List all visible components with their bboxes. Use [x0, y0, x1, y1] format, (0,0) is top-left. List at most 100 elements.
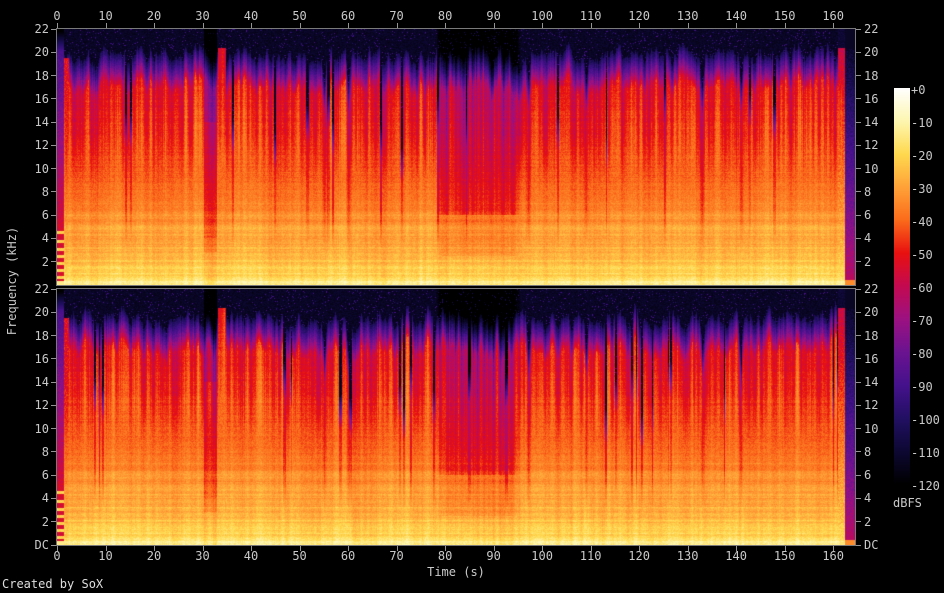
- freq-tick-mark-left: [51, 214, 56, 216]
- freq-tick-label-left: 22: [34, 22, 49, 36]
- freq-tick-mark-right: [856, 497, 861, 499]
- freq-tick-label-left: 22: [34, 282, 49, 296]
- time-tick-label-bottom: 60: [340, 549, 356, 563]
- freq-tick-mark-right: [856, 311, 861, 313]
- freq-tick-label-right: 18: [864, 68, 879, 83]
- freq-tick-label-right: 8: [864, 444, 872, 459]
- freq-tick-mark-right: [856, 121, 861, 123]
- freq-tick-mark-right: [856, 261, 861, 263]
- freq-tick-mark-right: [856, 237, 861, 239]
- time-tick-label-top: 110: [579, 9, 602, 23]
- freq-tick-label-left: DC: [34, 538, 49, 552]
- freq-tick-label-right: 12: [864, 398, 879, 413]
- freq-tick-label-left: 20: [34, 45, 49, 60]
- colorbar-tick-label: -60: [911, 281, 933, 295]
- freq-tick-label-right: 16: [864, 351, 879, 366]
- freq-tick-mark-left: [51, 335, 56, 337]
- time-tick-mark-top: [396, 23, 398, 28]
- time-tick-mark-top: [833, 23, 835, 28]
- freq-tick-label-right: 16: [864, 91, 879, 106]
- freq-tick-mark-right: [856, 75, 861, 77]
- time-tick-label-bottom: 120: [628, 549, 650, 563]
- freq-tick-mark-left: [51, 358, 56, 360]
- spectrogram-plot-upper: [56, 28, 856, 286]
- freq-tick-label-left: 10: [34, 421, 49, 436]
- freq-tick-mark-left: [51, 75, 56, 77]
- freq-tick-label-left: 14: [34, 115, 49, 130]
- time-tick-label-bottom: 130: [676, 549, 699, 563]
- time-tick-label-top: 100: [531, 9, 553, 23]
- dbfs-colorbar: [894, 88, 910, 484]
- freq-tick-label-left: 18: [34, 68, 49, 83]
- freq-tick-label-right: 22: [864, 282, 879, 296]
- freq-tick-label-right: 6: [864, 468, 872, 483]
- time-tick-mark-top: [57, 23, 58, 28]
- freq-tick-mark-left: [51, 474, 56, 476]
- freq-tick-mark-left: [51, 521, 56, 523]
- time-tick-label-bottom: 90: [486, 549, 501, 563]
- time-tick-mark-top: [590, 23, 592, 28]
- colorbar-unit-label: dBFS: [893, 496, 922, 510]
- freq-tick-label-right: 20: [864, 305, 879, 320]
- freq-tick-mark-right: [856, 521, 861, 523]
- freq-tick-mark-right: [856, 381, 861, 383]
- time-tick-label-top: 80: [437, 9, 453, 23]
- time-tick-mark-top: [202, 23, 204, 28]
- freq-tick-mark-right: [856, 51, 861, 53]
- colorbar-tick-label: -90: [911, 380, 933, 394]
- freq-tick-mark-left: [51, 237, 56, 239]
- freq-tick-mark-right: [856, 168, 861, 170]
- time-tick-label-top: 30: [195, 9, 210, 23]
- time-tick-mark-top: [542, 23, 544, 28]
- freq-tick-label-right: DC: [864, 538, 879, 552]
- freq-tick-mark-left: [51, 497, 56, 499]
- spectrogram-canvas-channel-2: [57, 289, 855, 545]
- frequency-axis-title: Frequency (kHz): [5, 226, 19, 336]
- time-tick-label-top: 10: [98, 9, 113, 23]
- freq-tick-label-right: 4: [864, 491, 872, 506]
- freq-tick-label-right: 2: [864, 254, 872, 269]
- time-tick-mark-top: [736, 23, 738, 28]
- freq-tick-mark-right: [856, 404, 861, 406]
- freq-tick-mark-left: [51, 121, 56, 123]
- freq-tick-label-right: 2: [864, 514, 872, 529]
- freq-tick-mark-left: [51, 404, 56, 406]
- freq-tick-label-right: 14: [864, 115, 879, 130]
- freq-tick-label-right: 8: [864, 184, 872, 199]
- time-tick-label-top: 150: [773, 9, 796, 23]
- time-tick-label-bottom: 40: [243, 549, 259, 563]
- time-tick-mark-top: [105, 23, 107, 28]
- freq-tick-mark-left: [51, 98, 56, 100]
- freq-tick-mark-left: [51, 381, 56, 383]
- colorbar-tick-label: -50: [911, 248, 933, 262]
- time-tick-mark-top: [687, 23, 689, 28]
- time-tick-label-top: 70: [389, 9, 404, 23]
- time-tick-label-top: 50: [292, 9, 307, 23]
- freq-tick-label-left: 8: [41, 444, 49, 459]
- freq-tick-mark-right: [856, 191, 861, 193]
- freq-tick-mark-left: [51, 191, 56, 193]
- freq-tick-mark-right: [856, 98, 861, 100]
- colorbar-tick-label: -120: [911, 479, 940, 493]
- freq-tick-mark-left: [51, 144, 56, 146]
- time-tick-label-top: 60: [340, 9, 356, 23]
- freq-tick-label-right: 14: [864, 375, 879, 390]
- freq-tick-label-right: 20: [864, 45, 879, 60]
- colorbar-tick-label: -40: [911, 215, 933, 229]
- freq-tick-label-right: 6: [864, 208, 872, 223]
- freq-tick-mark-right: [856, 28, 861, 30]
- colorbar-tick-label: -110: [911, 446, 940, 460]
- time-tick-label-top: 120: [628, 9, 650, 23]
- time-axis-title: Time (s): [427, 565, 485, 579]
- time-tick-mark-top: [299, 23, 301, 28]
- freq-tick-mark-right: [856, 451, 861, 453]
- freq-tick-mark-left: [51, 51, 56, 53]
- freq-tick-label-left: 20: [34, 305, 49, 320]
- freq-tick-mark-right: [856, 288, 861, 290]
- freq-tick-label-left: 16: [34, 91, 49, 106]
- freq-tick-mark-left: [51, 261, 56, 263]
- time-tick-label-top: 20: [146, 9, 162, 23]
- colorbar-tick-label: -20: [911, 149, 933, 163]
- freq-tick-mark-right: [856, 358, 861, 360]
- freq-tick-mark-right: [856, 474, 861, 476]
